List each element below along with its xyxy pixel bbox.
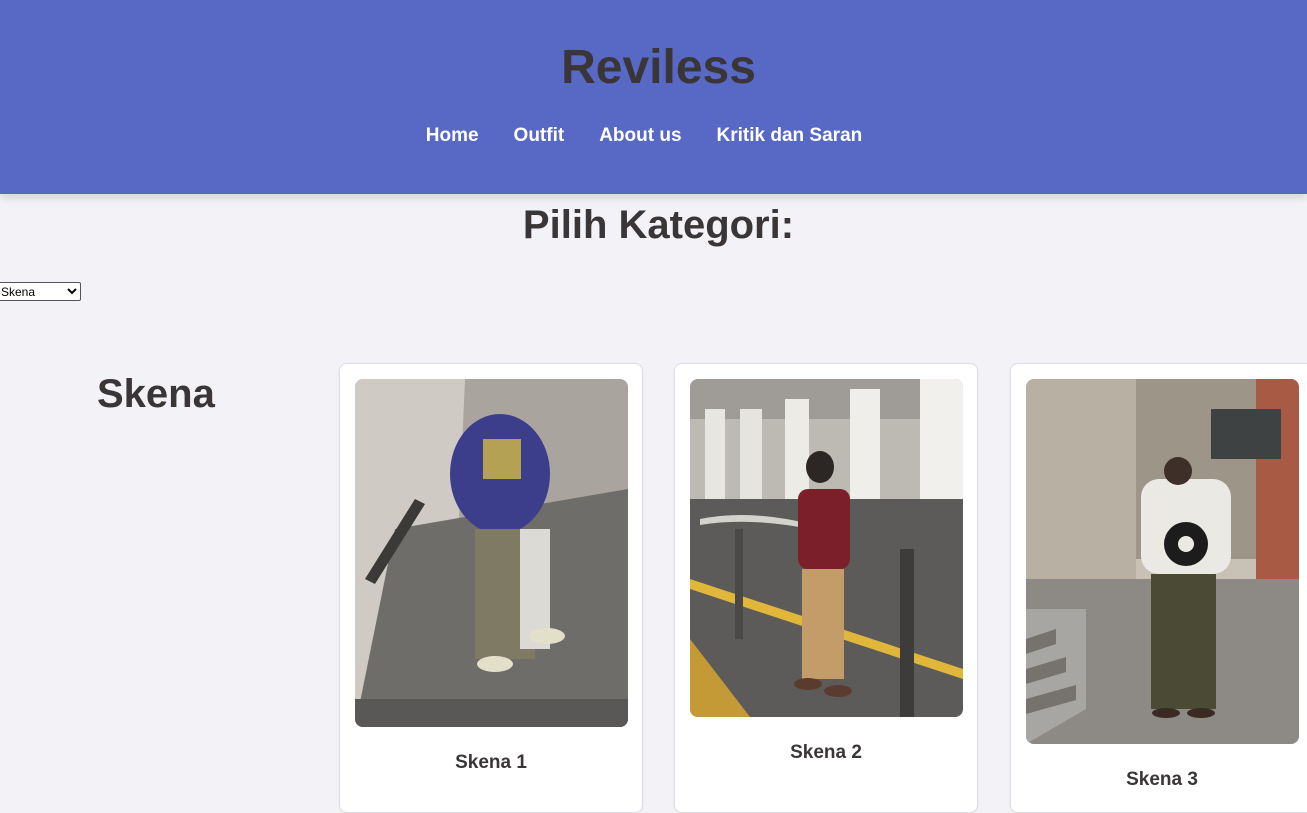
category-heading: Skena [97,372,215,416]
product-photo-1 [355,379,628,727]
product-photo-2 [690,379,963,717]
nav-home[interactable]: Home [426,125,479,147]
site-title: Reviless [561,41,756,94]
main-nav: Home Outfit About us Kritik dan Saran [0,125,1288,147]
product-card-3[interactable]: Skena 3 [1010,363,1307,813]
category-select[interactable]: Skena [0,282,81,301]
nav-outfit[interactable]: Outfit [514,125,565,147]
site-header: Reviless Home Outfit About us Kritik dan… [0,0,1307,194]
nav-about-us[interactable]: About us [599,125,681,147]
product-photo-3 [1026,379,1299,744]
product-card-1[interactable]: Skena 1 [339,363,643,813]
product-label-2: Skena 2 [790,742,862,763]
product-card-2[interactable]: Skena 2 [674,363,978,813]
product-label-3: Skena 3 [1126,769,1198,790]
category-prompt: Pilih Kategori: [522,203,795,247]
product-label-1: Skena 1 [455,752,527,773]
nav-kritik-dan-saran[interactable]: Kritik dan Saran [717,125,863,147]
